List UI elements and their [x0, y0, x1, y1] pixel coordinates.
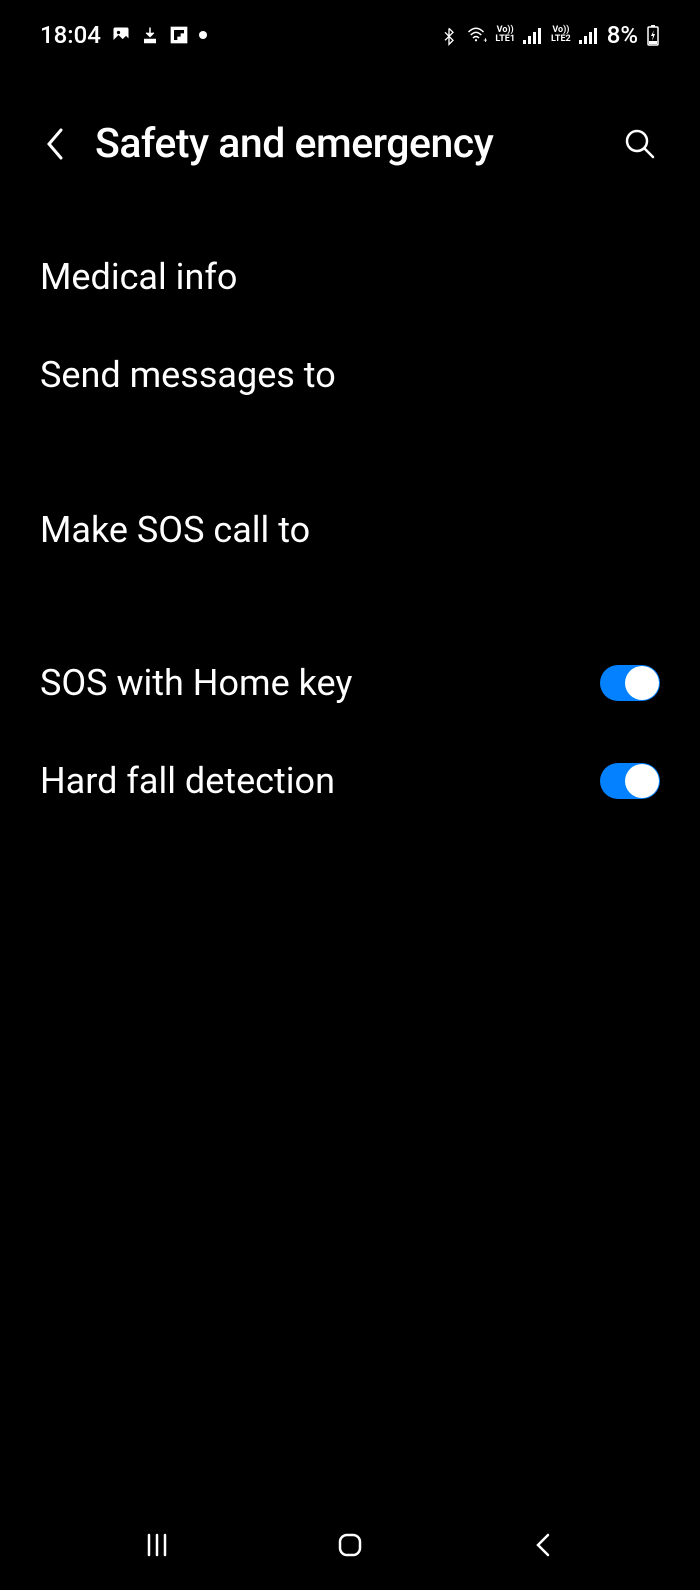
notification-dot-icon [199, 31, 207, 39]
sos-home-key-item[interactable]: SOS with Home key [0, 634, 700, 732]
toggle-knob [625, 764, 659, 798]
setting-label: Send messages to [40, 354, 336, 396]
setting-label: Make SOS call to [40, 509, 310, 551]
volte1-indicator: Vo)) LTE1 [495, 26, 515, 44]
download-icon [141, 25, 159, 45]
setting-label: Hard fall detection [40, 760, 335, 802]
battery-percent: 8% [607, 21, 638, 49]
toggle-knob [625, 666, 659, 700]
signal1-icon [523, 26, 543, 44]
search-button[interactable] [620, 124, 660, 164]
nav-back-button[interactable] [518, 1520, 568, 1570]
back-button[interactable] [40, 129, 70, 159]
volte2-indicator: Vo)) LTE2 [551, 26, 571, 44]
bluetooth-icon [441, 24, 457, 46]
chevron-left-icon [533, 1531, 553, 1559]
page-header: Safety and emergency [0, 70, 700, 198]
home-icon [336, 1531, 364, 1559]
send-messages-item[interactable]: Send messages to [0, 326, 700, 481]
hard-fall-detection-toggle[interactable] [600, 763, 660, 799]
status-bar-left: 18:04 [40, 21, 207, 49]
page-title: Safety and emergency [95, 120, 595, 168]
status-bar-right: + Vo)) LTE1 Vo)) LTE2 8% [441, 21, 660, 49]
medical-info-item[interactable]: Medical info [0, 228, 700, 326]
status-time: 18:04 [40, 21, 101, 49]
svg-text:+: + [484, 36, 488, 45]
section-spacer [0, 579, 700, 634]
flipboard-icon [169, 25, 189, 45]
battery-charging-icon [646, 24, 660, 46]
sos-call-item[interactable]: Make SOS call to [0, 481, 700, 579]
wifi-icon: + [465, 26, 487, 44]
signal2-icon [579, 26, 599, 44]
chevron-left-icon [45, 128, 65, 160]
recents-icon [143, 1531, 171, 1559]
recents-button[interactable] [132, 1520, 182, 1570]
navigation-bar [0, 1500, 700, 1590]
gallery-icon [111, 25, 131, 45]
hard-fall-detection-item[interactable]: Hard fall detection [0, 732, 700, 830]
setting-label: Medical info [40, 256, 237, 298]
status-bar: 18:04 + Vo)) LTE1 Vo)) LTE2 [0, 0, 700, 70]
sos-home-key-toggle[interactable] [600, 665, 660, 701]
search-icon [624, 128, 656, 160]
setting-label: SOS with Home key [40, 662, 352, 704]
settings-list: Medical info Send messages to Make SOS c… [0, 198, 700, 860]
home-button[interactable] [325, 1520, 375, 1570]
